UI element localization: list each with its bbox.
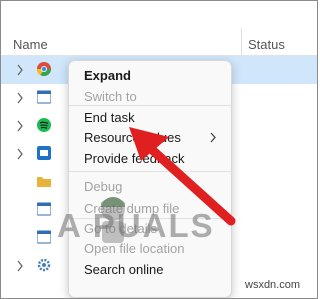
app-window-icon [37, 90, 51, 104]
chrome-icon [37, 62, 51, 76]
column-header-status[interactable]: Status [248, 37, 285, 52]
column-divider[interactable] [241, 28, 242, 55]
task-manager-window: Name Status Expand Switch to End task Re… [0, 0, 318, 299]
menu-item-switch-to: Switch to [84, 89, 137, 104]
chevron-right-icon[interactable] [16, 120, 24, 132]
table-header: Name Status [1, 1, 317, 56]
menu-item-expand[interactable]: Expand [84, 68, 131, 83]
site-watermark: wsxdn.com [245, 279, 301, 291]
chevron-right-icon[interactable] [16, 92, 24, 104]
menu-separator [69, 105, 231, 106]
app-window-icon [37, 202, 51, 216]
folder-icon [37, 177, 51, 187]
app-window-icon [37, 230, 51, 244]
chevron-right-icon[interactable] [16, 148, 24, 160]
gear-icon [37, 258, 51, 272]
menu-item-search-online[interactable]: Search online [84, 262, 164, 277]
chevron-right-icon[interactable] [16, 64, 24, 76]
chevron-right-icon[interactable] [16, 260, 24, 272]
red-arrow-icon [129, 127, 236, 226]
app-tile-icon [37, 146, 51, 160]
column-header-name[interactable]: Name [13, 37, 48, 52]
spotify-icon [37, 118, 51, 132]
